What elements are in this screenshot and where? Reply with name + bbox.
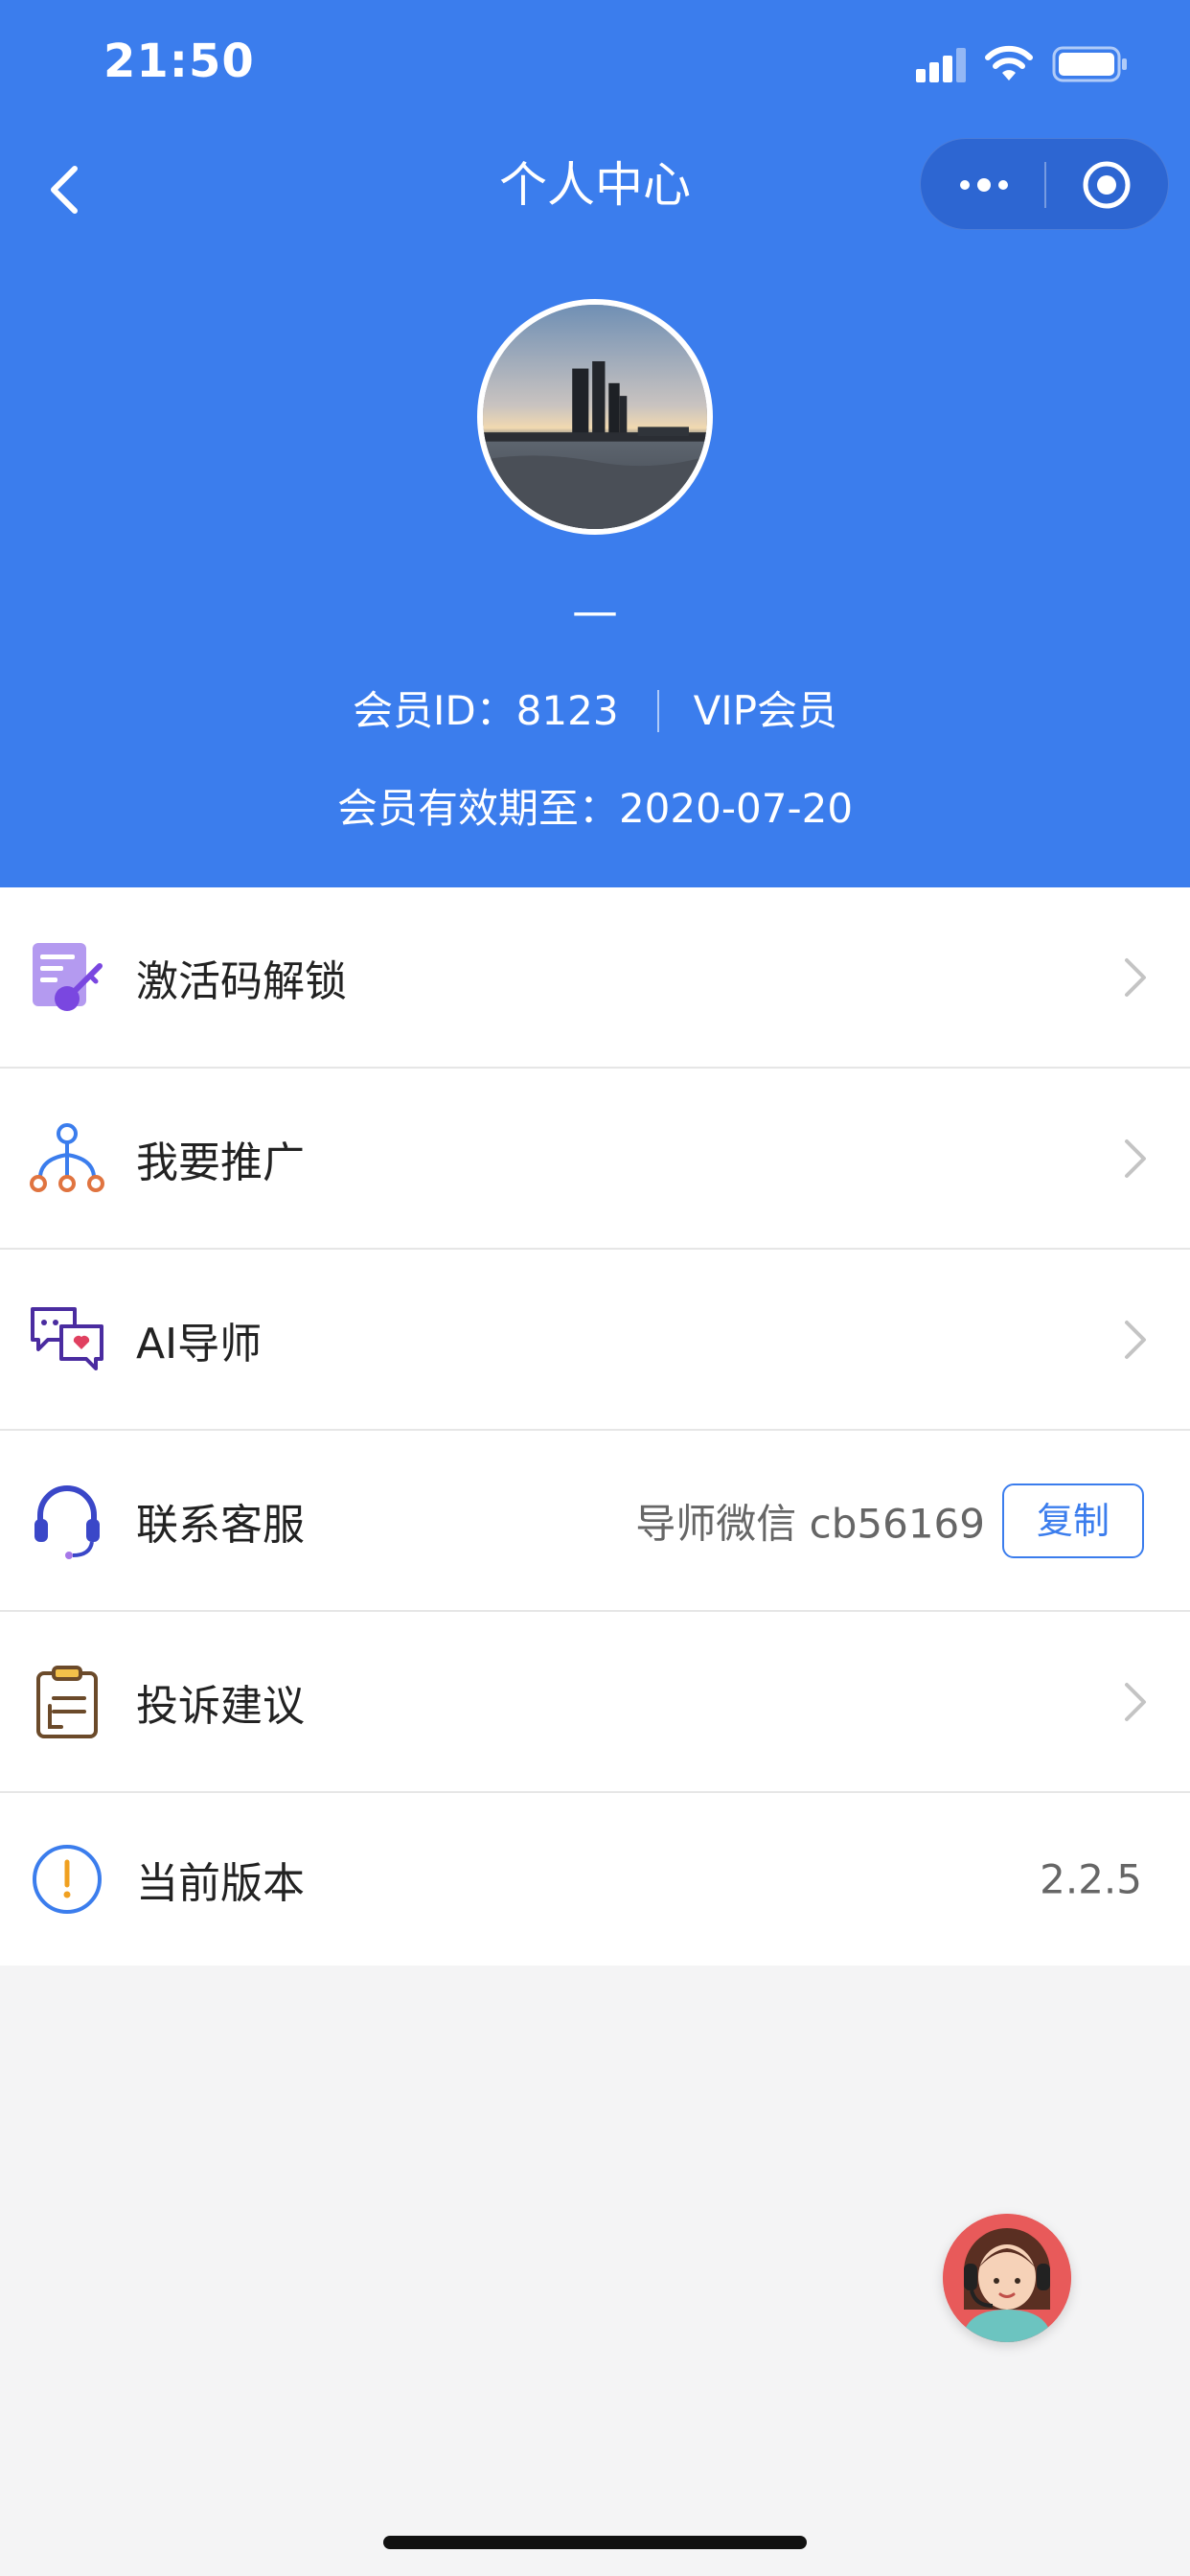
chevron-right-icon: [1125, 1138, 1146, 1178]
menu-label: 激活码解锁: [136, 956, 347, 1006]
chat-bubbles-icon: [31, 1306, 103, 1370]
chevron-right-icon: [1125, 1320, 1146, 1359]
menu-label: 投诉建议: [136, 1681, 305, 1731]
share-network-icon: [30, 1122, 104, 1192]
avatar[interactable]: [477, 299, 713, 535]
headset-icon: [34, 1484, 100, 1559]
menu-item-promote[interactable]: 我要推广: [0, 1069, 1190, 1250]
version-value: 2.2.5: [1040, 1855, 1142, 1903]
mini-program-capsule: [920, 138, 1169, 230]
clipboard-icon: [36, 1665, 98, 1738]
member-expire: 会员有效期至：2020-07-20: [336, 785, 854, 832]
floating-customer-service-button[interactable]: [943, 2214, 1071, 2342]
battery-icon: [1052, 46, 1127, 82]
chevron-right-icon: [1125, 1682, 1146, 1721]
member-separator: [656, 690, 659, 732]
chevron-right-icon: [1125, 957, 1146, 997]
nickname: —: [572, 585, 618, 638]
copy-button[interactable]: 复制: [1002, 1483, 1144, 1558]
menu-item-version: 当前版本 2.2.5: [0, 1793, 1190, 1966]
key-document-icon: [33, 942, 103, 1011]
signal-icon: [916, 48, 966, 82]
menu-label: 当前版本: [136, 1859, 305, 1908]
status-time: 21:50: [103, 34, 255, 88]
member-level: VIP会员: [693, 687, 838, 734]
status-bar: 21:50: [0, 0, 1190, 134]
profile-header: 21:50 个人中心 — 会员ID：8123 VIP会员 会员有效期至：2020…: [0, 0, 1190, 887]
menu-item-activation-code[interactable]: 激活码解锁: [0, 887, 1190, 1069]
more-icon[interactable]: [957, 172, 1011, 198]
menu-label: 联系客服: [136, 1500, 305, 1550]
agent-avatar-icon: [943, 2214, 1071, 2342]
close-target-icon[interactable]: [1082, 160, 1132, 210]
member-info: 会员ID：8123 VIP会员: [0, 682, 1190, 740]
menu-list: 激活码解锁 我要推广 AI导师 联系客服 导师微信 cb56169 复制 投诉建…: [0, 887, 1190, 1966]
home-indicator[interactable]: [383, 2536, 807, 2549]
member-id: 会员ID：8123: [352, 687, 619, 734]
menu-label: 我要推广: [136, 1138, 305, 1187]
menu-item-feedback[interactable]: 投诉建议: [0, 1612, 1190, 1793]
menu-label: AI导师: [136, 1319, 263, 1368]
info-icon: [33, 1845, 102, 1914]
menu-item-customer-service: 联系客服 导师微信 cb56169 复制: [0, 1431, 1190, 1612]
mentor-wechat: 导师微信 cb56169: [635, 1500, 985, 1547]
wifi-icon: [985, 45, 1033, 80]
menu-item-ai-mentor[interactable]: AI导师: [0, 1250, 1190, 1431]
avatar-image: [483, 305, 707, 529]
capsule-divider: [1044, 162, 1046, 208]
